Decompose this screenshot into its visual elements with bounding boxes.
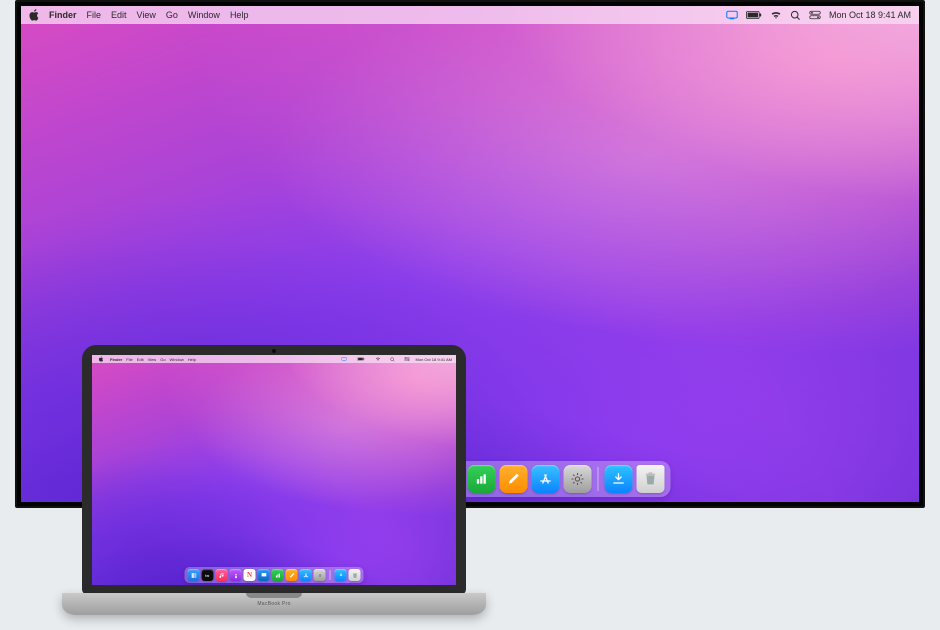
menubar-clock[interactable]: Mon Oct 18 9:41 AM — [829, 10, 911, 20]
menu-bar: Finder File Edit View Go Window Help Mon… — [92, 355, 456, 363]
apple-menu-icon[interactable] — [29, 9, 39, 21]
display-mirror-icon[interactable] — [338, 355, 350, 364]
menu-help[interactable]: Help — [230, 10, 249, 20]
dock-trash-icon[interactable] — [349, 569, 361, 581]
macbook-model-label: MacBook Pro — [62, 601, 486, 607]
status-icons: Mon Oct 18 9:41 AM — [338, 355, 452, 365]
dock-settings-icon[interactable] — [564, 465, 592, 493]
macbook-device: Finder File Edit View Go Window Help Mon… — [62, 345, 486, 615]
battery-icon[interactable] — [353, 355, 369, 363]
menu-edit[interactable]: Edit — [137, 357, 144, 362]
dock-keynote-icon[interactable] — [258, 569, 270, 581]
dock-appstore-icon[interactable] — [532, 465, 560, 493]
dock: tv N — [185, 567, 364, 583]
menu-help[interactable]: Help — [188, 357, 196, 362]
macbook-camera — [272, 349, 276, 353]
spotlight-icon[interactable] — [790, 10, 801, 21]
dock-separator — [598, 467, 599, 491]
tv-glyph: tv — [205, 573, 210, 578]
menu-view[interactable]: View — [148, 357, 157, 362]
dock-appstore-icon[interactable] — [300, 569, 312, 581]
dock-settings-icon[interactable] — [314, 569, 326, 581]
macbook-hinge-notch — [246, 593, 302, 598]
dock-downloads-icon[interactable] — [605, 465, 633, 493]
macbook-lid: Finder File Edit View Go Window Help Mon… — [82, 345, 466, 595]
dock-numbers-icon[interactable] — [272, 569, 284, 581]
dock-pages-icon[interactable] — [500, 465, 528, 493]
menu-go[interactable]: Go — [160, 357, 165, 362]
active-app-name[interactable]: Finder — [110, 357, 122, 362]
menu-file[interactable]: File — [126, 357, 132, 362]
menu-file[interactable]: File — [87, 10, 102, 20]
wifi-icon[interactable] — [770, 10, 782, 20]
dock-separator — [330, 570, 331, 580]
active-app-name[interactable]: Finder — [49, 10, 77, 20]
news-glyph: N — [247, 571, 252, 579]
dock-music-icon[interactable] — [216, 569, 228, 581]
menu-bar: Finder File Edit View Go Window Help — [21, 6, 919, 24]
dock-trash-icon[interactable] — [637, 465, 665, 493]
battery-icon[interactable] — [746, 11, 762, 19]
menu-go[interactable]: Go — [166, 10, 178, 20]
spotlight-icon[interactable] — [387, 355, 398, 365]
macbook-screen: Finder File Edit View Go Window Help Mon… — [92, 355, 456, 585]
macbook-base: MacBook Pro — [62, 593, 486, 615]
menubar-clock[interactable]: Mon Oct 18 9:41 AM — [416, 357, 452, 362]
wifi-icon[interactable] — [372, 355, 384, 364]
control-center-icon[interactable] — [401, 355, 413, 364]
control-center-icon[interactable] — [809, 10, 821, 20]
dock-downloads-icon[interactable] — [335, 569, 347, 581]
display-mirror-icon[interactable] — [726, 10, 738, 20]
menu-window[interactable]: Window — [188, 10, 220, 20]
dock-finder-icon[interactable] — [188, 569, 200, 581]
status-icons: Mon Oct 18 9:41 AM — [726, 10, 911, 21]
menu-view[interactable]: View — [137, 10, 156, 20]
dock-podcasts-icon[interactable] — [230, 569, 242, 581]
desktop-wallpaper — [92, 355, 456, 585]
menu-window[interactable]: Window — [170, 357, 184, 362]
dock-news-icon[interactable]: N — [244, 569, 256, 581]
dock-pages-icon[interactable] — [286, 569, 298, 581]
apple-menu-icon[interactable] — [96, 355, 106, 365]
dock-tv-icon[interactable]: tv — [202, 569, 214, 581]
menu-edit[interactable]: Edit — [111, 10, 127, 20]
